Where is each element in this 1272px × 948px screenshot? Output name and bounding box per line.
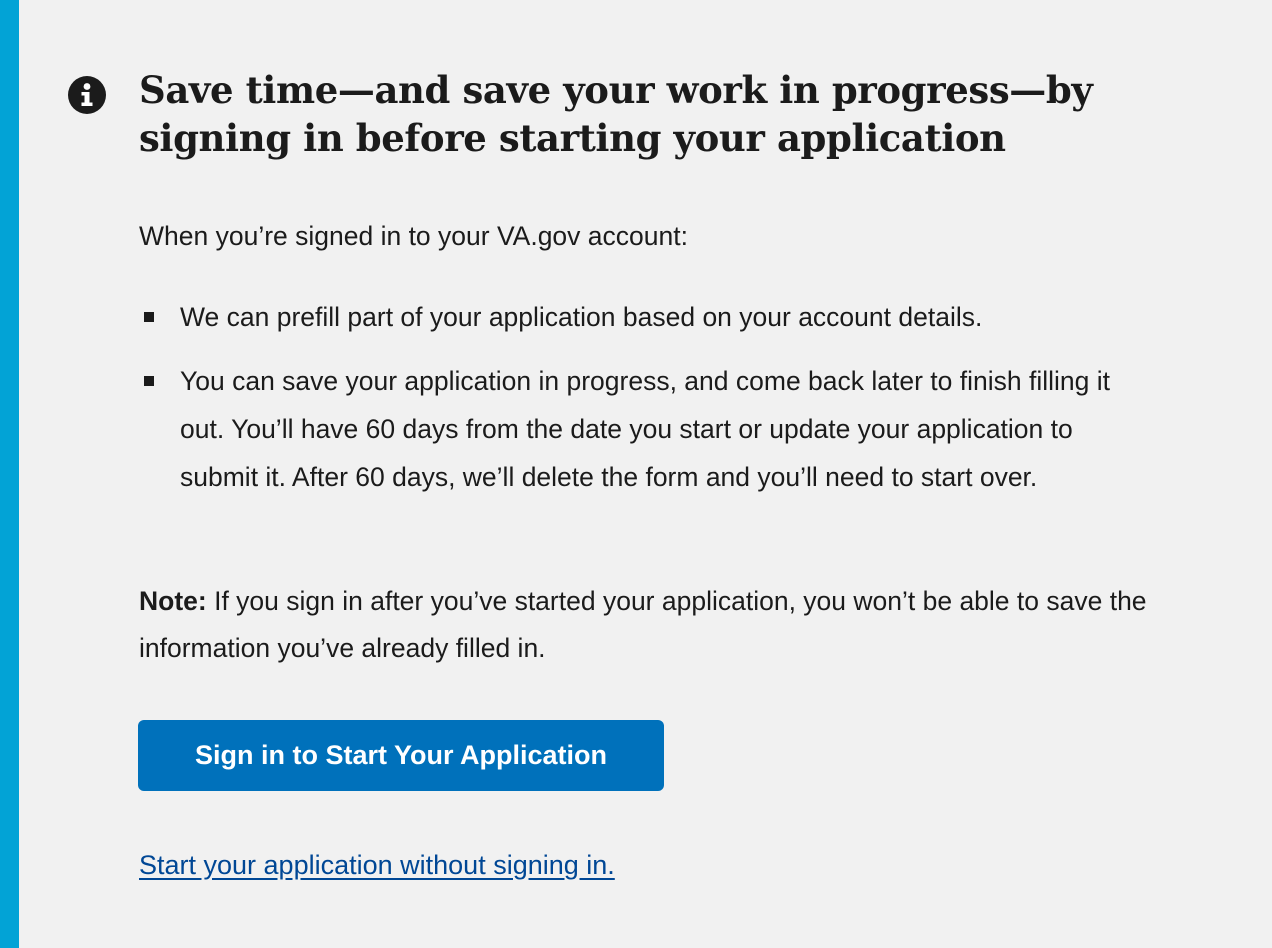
note-text: If you sign in after you’ve started your… bbox=[139, 586, 1147, 663]
list-item: We can prefill part of your application … bbox=[139, 293, 1129, 341]
note-label: Note: bbox=[139, 586, 207, 616]
alert-heading: Save time—and save your work in progress… bbox=[139, 68, 1093, 160]
intro-text: When you’re signed in to your VA.gov acc… bbox=[139, 221, 688, 251]
benefits-list: We can prefill part of your application … bbox=[139, 293, 1129, 501]
alert-accent-bar bbox=[0, 0, 19, 948]
note-paragraph: Note: If you sign in after you’ve starte… bbox=[139, 578, 1149, 672]
list-item-text: You can save your application in progres… bbox=[180, 366, 1110, 492]
bullet-marker bbox=[144, 376, 154, 386]
list-item: You can save your application in progres… bbox=[139, 357, 1129, 501]
list-item-text: We can prefill part of your application … bbox=[180, 302, 983, 332]
bullet-marker bbox=[144, 312, 154, 322]
start-without-signing-in-link[interactable]: Start your application without signing i… bbox=[139, 843, 615, 887]
info-circle-icon bbox=[68, 76, 106, 114]
sign-in-button[interactable]: Sign in to Start Your Application bbox=[138, 720, 664, 791]
